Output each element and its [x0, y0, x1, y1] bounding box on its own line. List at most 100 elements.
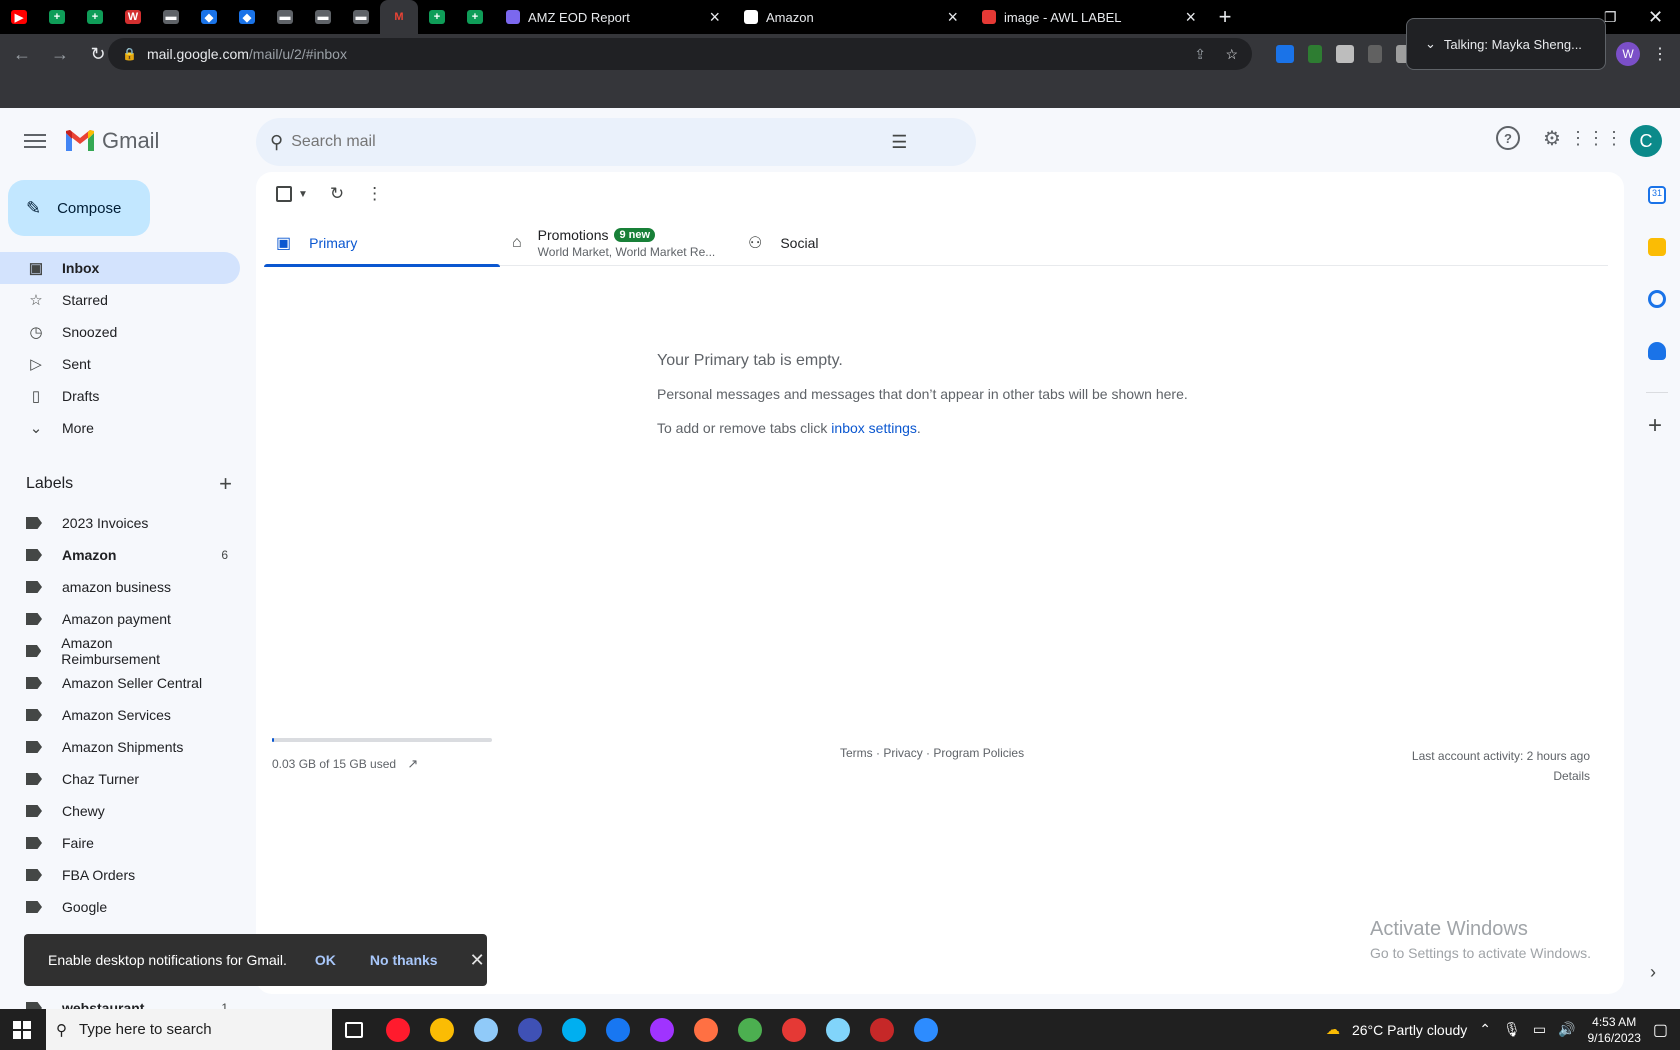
weather-text[interactable]: 26°C Partly cloudy	[1352, 1022, 1467, 1038]
account-avatar[interactable]: C	[1630, 125, 1662, 157]
browser-menu-icon[interactable]: ⋮	[1652, 44, 1668, 64]
extension-icon[interactable]	[1368, 45, 1382, 63]
pinned-tab[interactable]: ▬	[266, 0, 304, 34]
chrome-profile-w-icon[interactable]	[728, 1009, 772, 1050]
nav-item-snoozed[interactable]: ◷ Snoozed	[0, 316, 240, 348]
new-tab-button[interactable]: +	[1208, 4, 1242, 30]
opera-icon[interactable]	[376, 1009, 420, 1050]
label-item[interactable]: Amazon 6	[0, 539, 240, 571]
tab-promotions[interactable]: ⌂ Promotions 9 new World Market, World M…	[500, 220, 736, 266]
label-item[interactable]: Amazon payment	[0, 603, 240, 635]
microphone-icon[interactable]: 🎙	[1503, 1021, 1521, 1038]
label-item[interactable]: Amazon Reimbursement	[0, 635, 240, 667]
browser-tab[interactable]: AMZ EOD Report ×	[494, 0, 732, 34]
network-icon[interactable]: ▭	[1533, 1021, 1546, 1038]
search-input[interactable]	[291, 133, 892, 151]
close-tab-icon[interactable]: ×	[1185, 7, 1196, 28]
snackbar-no-thanks-button[interactable]: No thanks	[370, 952, 438, 968]
label-item[interactable]: Chewy	[0, 795, 240, 827]
tray-overflow-icon[interactable]: ⌃	[1479, 1021, 1491, 1038]
back-button[interactable]: ←	[6, 38, 38, 70]
extension-icon[interactable]	[1308, 45, 1322, 63]
calendar-app-icon[interactable]	[684, 1009, 728, 1050]
pinned-tab[interactable]: +	[38, 0, 76, 34]
nav-item-inbox[interactable]: ▣ Inbox	[0, 252, 240, 284]
nav-item-drafts[interactable]: ▯ Drafts	[0, 380, 240, 412]
volume-icon[interactable]: 🔊	[1558, 1021, 1575, 1038]
google-apps-icon[interactable]: ⋮⋮⋮	[1569, 126, 1623, 150]
label-item[interactable]: Chaz Turner	[0, 763, 240, 795]
notepad-icon[interactable]	[816, 1009, 860, 1050]
terms-link[interactable]: Terms	[840, 746, 873, 760]
external-link-icon[interactable]: ↗	[407, 756, 418, 771]
settings-gear-icon[interactable]: ⚙	[1540, 126, 1564, 150]
browser-profile-avatar[interactable]: W	[1616, 42, 1640, 66]
label-item[interactable]: FBA Orders	[0, 859, 240, 891]
label-item[interactable]: Faire	[0, 827, 240, 859]
nav-item-sent[interactable]: ▷ Sent	[0, 348, 240, 380]
add-addon-icon[interactable]: +	[1648, 412, 1662, 440]
forward-button[interactable]: →	[44, 38, 76, 70]
expand-panel-icon[interactable]: ›	[1650, 962, 1656, 983]
support-icon[interactable]: ?	[1496, 126, 1520, 150]
pinned-tab[interactable]: ▬	[304, 0, 342, 34]
snackbar-ok-button[interactable]: OK	[315, 952, 336, 968]
keep-icon[interactable]	[1648, 238, 1666, 256]
pinned-tab[interactable]: ▬	[342, 0, 380, 34]
inbox-settings-link[interactable]: inbox settings	[831, 420, 917, 436]
add-label-icon[interactable]: +	[219, 471, 232, 497]
messenger-icon[interactable]	[640, 1009, 684, 1050]
browser-tab[interactable]: image - AWL LABEL ×	[970, 0, 1208, 34]
extension-icon[interactable]	[1336, 45, 1354, 63]
pinned-tab[interactable]: M	[380, 0, 418, 34]
bookmark-star-icon[interactable]: ☆	[1225, 46, 1238, 63]
privacy-link[interactable]: Privacy	[883, 746, 922, 760]
select-checkbox[interactable]: ▼	[276, 186, 308, 202]
details-link[interactable]: Details	[1412, 766, 1590, 786]
pinned-tab[interactable]: ◆	[228, 0, 266, 34]
compose-button[interactable]: ✎ Compose	[8, 180, 150, 236]
pinned-tab[interactable]: +	[76, 0, 114, 34]
pinned-tab[interactable]: ▶	[0, 0, 38, 34]
label-item[interactable]: 2023 Invoices	[0, 507, 240, 539]
label-item[interactable]: Amazon Seller Central	[0, 667, 240, 699]
facebook-icon[interactable]	[596, 1009, 640, 1050]
talking-popup[interactable]: ⌄ Talking: Mayka Sheng...	[1406, 18, 1606, 70]
close-icon[interactable]: ✕	[470, 950, 485, 971]
pinned-tab[interactable]: +	[418, 0, 456, 34]
chrome-icon[interactable]	[420, 1009, 464, 1050]
start-button[interactable]	[0, 1009, 44, 1050]
taskbar-search[interactable]: ⚲ Type here to search	[46, 1009, 332, 1050]
clock[interactable]: 4:53 AM 9/16/2023	[1587, 1014, 1640, 1046]
label-item[interactable]: Google	[0, 891, 240, 923]
address-bar[interactable]: 🔒 mail.google.com/mail/u/2/#inbox ⇪ ☆	[108, 38, 1252, 70]
close-tab-icon[interactable]: ×	[709, 7, 720, 28]
tab-social[interactable]: ⚇ Social	[736, 220, 972, 266]
share-icon[interactable]: ⇪	[1194, 46, 1206, 63]
paint-icon[interactable]	[464, 1009, 508, 1050]
notifications-icon[interactable]: ▢	[1653, 1020, 1668, 1040]
nav-item-more[interactable]: ⌄ More	[0, 412, 240, 444]
label-item[interactable]: Amazon Shipments	[0, 731, 240, 763]
main-menu-icon[interactable]	[24, 132, 46, 150]
pinned-tab[interactable]: +	[456, 0, 494, 34]
label-item[interactable]: Amazon Services	[0, 699, 240, 731]
extension-icon[interactable]	[1276, 45, 1294, 63]
close-tab-icon[interactable]: ×	[947, 7, 958, 28]
clock-app-icon[interactable]	[508, 1009, 552, 1050]
more-options-icon[interactable]: ⋮	[366, 184, 383, 204]
rr-app-icon[interactable]	[860, 1009, 904, 1050]
contacts-icon[interactable]	[1648, 342, 1666, 360]
gmail-logo[interactable]: Gmail	[64, 128, 159, 154]
nav-item-starred[interactable]: ☆ Starred	[0, 284, 240, 316]
search-options-icon[interactable]: ☰	[891, 132, 907, 153]
tasks-icon[interactable]	[1648, 290, 1666, 308]
label-item[interactable]: amazon business	[0, 571, 240, 603]
program-policies-link[interactable]: Program Policies	[933, 746, 1024, 760]
calendar-icon[interactable]: 31	[1648, 186, 1666, 204]
browser-tab[interactable]: Amazon ×	[732, 0, 970, 34]
pinned-tab[interactable]: ▬	[152, 0, 190, 34]
search-icon[interactable]: ⚲	[270, 132, 283, 153]
pinned-tab[interactable]: ◆	[190, 0, 228, 34]
close-window-button[interactable]: ✕	[1648, 0, 1663, 34]
